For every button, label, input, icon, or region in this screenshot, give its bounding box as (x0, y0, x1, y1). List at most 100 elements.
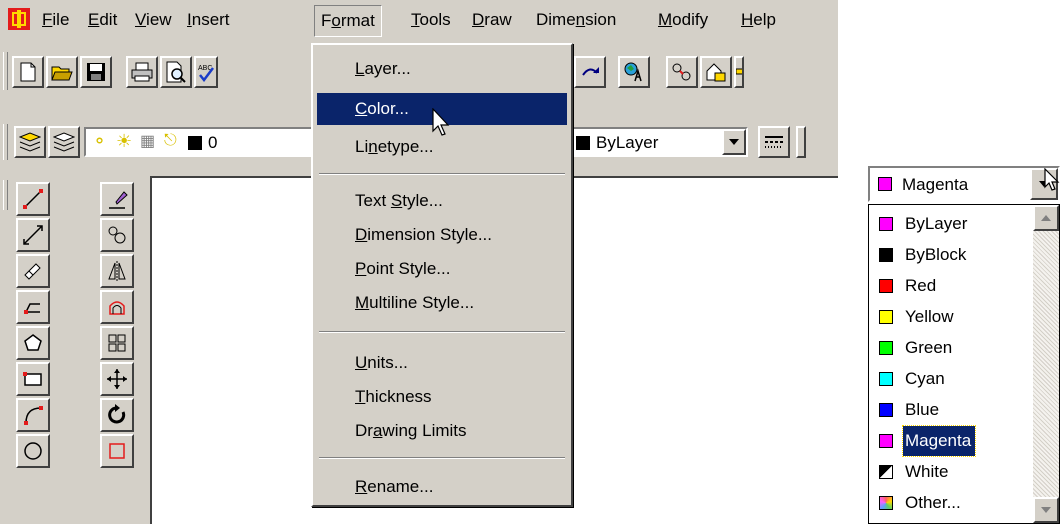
color-swatch (879, 403, 893, 417)
menu-help[interactable]: Help (741, 8, 776, 32)
color-swatch (879, 496, 893, 510)
aerial-view-icon (624, 62, 642, 82)
menu-item-thickness[interactable]: Thickness (317, 381, 567, 413)
rectangle-button[interactable] (16, 362, 50, 396)
color-swatch (879, 279, 893, 293)
xline-icon (23, 225, 43, 245)
color-swatch (879, 434, 893, 448)
copy-object-button[interactable] (100, 218, 134, 252)
color-option-magenta[interactable]: Magenta (873, 425, 1033, 457)
color-option-other[interactable]: Other... (873, 488, 1033, 518)
toolbar-grip[interactable] (3, 180, 8, 210)
cursor-arrow-icon (1044, 168, 1060, 191)
linetype-button[interactable] (758, 126, 790, 158)
menu-item-point-style[interactable]: Point Style... (317, 253, 567, 285)
menu-draw[interactable]: Draw (472, 8, 512, 32)
construction-line-button[interactable] (16, 218, 50, 252)
menu-tools[interactable]: Tools (411, 8, 451, 32)
menu-view[interactable]: View (135, 8, 172, 32)
circle-button[interactable] (16, 434, 50, 468)
menu-edit[interactable]: Edit (88, 8, 117, 32)
menu-dimension[interactable]: Dimension (536, 8, 616, 32)
layers-button[interactable] (48, 126, 80, 158)
color-select[interactable]: Magenta (868, 166, 1060, 202)
color-option-green[interactable]: Green (873, 333, 1033, 363)
print-button[interactable] (126, 56, 158, 88)
polyline-button[interactable] (16, 290, 50, 324)
chevron-down-icon (729, 139, 739, 145)
menu-item-text-style[interactable]: Text Style... (317, 185, 567, 217)
layer-name: 0 (208, 133, 218, 152)
make-object-layer-current-button[interactable] (14, 126, 46, 158)
color-option-red[interactable]: Red (873, 271, 1033, 301)
color-option-bylayer[interactable]: ByLayer (873, 209, 1033, 239)
selected-color-label: Magenta (902, 175, 969, 194)
move-button[interactable] (100, 362, 134, 396)
rotate-button[interactable] (100, 398, 134, 432)
color-options-list: ByLayer ByBlock Red Yellow Green Cyan Bl… (868, 204, 1060, 524)
menu-item-dimension-style[interactable]: Dimension Style... (317, 219, 567, 251)
erase-button[interactable] (100, 182, 134, 216)
linetype-icon (765, 136, 783, 148)
menu-modify[interactable]: Modify (658, 8, 708, 32)
object-snap-icon (672, 63, 691, 81)
color-dropdown-button[interactable] (722, 129, 746, 155)
array-button[interactable] (100, 326, 134, 360)
layer-stack-icon (53, 132, 75, 152)
color-swatch (879, 248, 893, 262)
color-swatch (879, 217, 893, 231)
save-button[interactable] (80, 56, 112, 88)
color-swatch (879, 310, 893, 324)
new-button[interactable] (12, 56, 44, 88)
menu-insert[interactable]: Insert (187, 8, 230, 32)
chevron-up-icon (1041, 215, 1051, 221)
toolbar-grip[interactable] (3, 52, 8, 90)
color-control-combo[interactable]: ByLayer (568, 127, 748, 157)
layer-color-swatch (188, 136, 202, 150)
aerial-view-button[interactable] (618, 56, 650, 88)
menu-item-multiline-style[interactable]: Multiline Style... (317, 287, 567, 319)
polygon-button[interactable] (16, 326, 50, 360)
measure-button[interactable] (734, 56, 744, 88)
preview-icon (166, 61, 186, 83)
menu-format[interactable]: Format (314, 5, 382, 37)
menu-item-units[interactable]: Units... (317, 347, 567, 379)
block-button[interactable] (700, 56, 732, 88)
polygon-icon (24, 334, 42, 351)
offset-button[interactable] (100, 290, 134, 324)
menu-item-layer[interactable]: Layer... (317, 53, 567, 85)
color-option-byblock[interactable]: ByBlock (873, 240, 1033, 270)
layers-icon (19, 132, 41, 152)
multiline-button[interactable] (16, 254, 50, 288)
print-preview-button[interactable] (160, 56, 192, 88)
color-option-yellow[interactable]: Yellow (873, 302, 1033, 332)
scroll-up-button[interactable] (1033, 205, 1059, 231)
open-button[interactable] (46, 56, 78, 88)
object-snap-button[interactable] (666, 56, 698, 88)
scroll-down-button[interactable] (1033, 497, 1059, 523)
layer-combo[interactable]: ⚬ ☀ ▦ ⎋ 0 (84, 127, 314, 157)
app-icon[interactable] (8, 8, 30, 30)
color-swatch (879, 465, 893, 479)
viewport-freeze-icon: ▦ (140, 133, 156, 150)
line-button[interactable] (16, 182, 50, 216)
scale-button[interactable] (100, 434, 134, 468)
color-option-cyan[interactable]: Cyan (873, 364, 1033, 394)
chevron-down-icon (1041, 507, 1051, 513)
toolbar-grip[interactable] (3, 124, 8, 160)
menu-item-rename[interactable]: Rename... (317, 471, 567, 503)
offset-icon (109, 301, 125, 315)
menu-separator (319, 457, 565, 459)
menu-file[interactable]: File (42, 8, 69, 32)
mirror-button[interactable] (100, 254, 134, 288)
spellcheck-button[interactable]: ABC (194, 56, 218, 88)
color-option-blue[interactable]: Blue (873, 395, 1033, 425)
menu-item-drawing-limits[interactable]: Drawing Limits (317, 415, 567, 447)
list-scrollbar[interactable] (1033, 205, 1059, 523)
redo-button[interactable] (574, 56, 606, 88)
arc-button[interactable] (16, 398, 50, 432)
menu-separator (319, 331, 565, 333)
toolbar-overflow[interactable] (796, 126, 806, 158)
color-option-white[interactable]: White (873, 457, 1033, 487)
polyline-icon (24, 303, 40, 314)
